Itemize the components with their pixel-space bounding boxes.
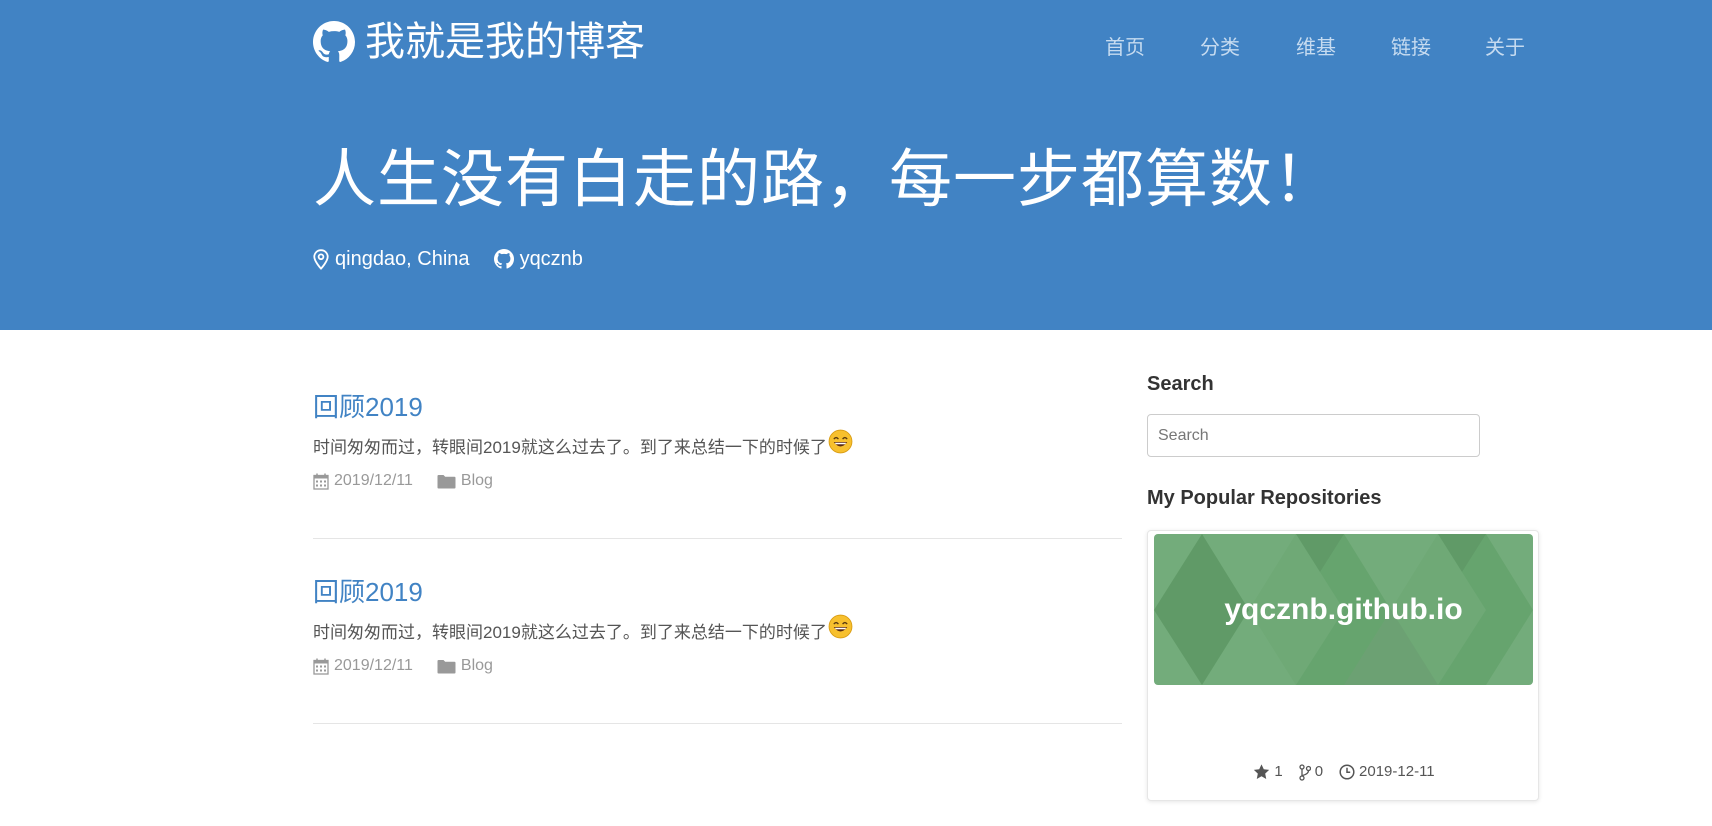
site-title: 我就是我的博客 <box>365 20 645 64</box>
post-category-link[interactable]: Blog <box>437 470 493 492</box>
post-excerpt: 时间匆匆而过，转眼间2019就这么过去了。到了来总结一下的时候了 <box>313 614 1122 645</box>
repo-stars-count: 1 <box>1274 763 1283 780</box>
search-input[interactable] <box>1147 414 1480 457</box>
post-date-text: 2019/12/11 <box>334 657 413 674</box>
post-date: 2019/12/11 <box>313 470 413 492</box>
post-date-text: 2019/12/11 <box>334 472 413 489</box>
post-item: 回顾2019 时间匆匆而过，转眼间2019就这么过去了。到了来总结一下的时候了 … <box>313 391 1122 539</box>
site-header: 我就是我的博客 首页 分类 维基 链接 关于 人生没有白走的路，每一步都算数！ … <box>0 0 1712 330</box>
calendar-icon <box>313 473 329 490</box>
calendar-icon <box>313 658 329 675</box>
post-category-text: Blog <box>460 657 493 674</box>
nav-item-wiki[interactable]: 维基 <box>1296 34 1336 62</box>
post-title-link[interactable]: 回顾2019 <box>313 391 1122 423</box>
location-info: qingdao, China <box>313 246 470 272</box>
repo-card[interactable]: yqcznb.github.io 1 0 2019-12-11 <box>1147 530 1539 801</box>
github-profile-link[interactable]: yqcznb <box>493 246 583 272</box>
github-username: yqcznb <box>519 248 583 270</box>
nav-item-about[interactable]: 关于 <box>1485 34 1525 62</box>
repos-heading: My Popular Repositories <box>1147 487 1382 509</box>
repo-stars: 1 <box>1253 762 1283 782</box>
post-meta: 2019/12/11 Blog <box>313 655 1122 677</box>
header-meta: qingdao, China yqcznb <box>313 246 583 272</box>
repo-name: yqcznb.github.io <box>1224 592 1463 626</box>
star-icon <box>1254 764 1270 779</box>
post-title-link[interactable]: 回顾2019 <box>313 576 1122 608</box>
nav-item-categories[interactable]: 分类 <box>1200 34 1240 62</box>
fork-icon <box>1299 763 1311 781</box>
github-icon <box>493 249 514 269</box>
post-meta: 2019/12/11 Blog <box>313 470 1122 492</box>
location-text: qingdao, China <box>335 248 470 270</box>
repo-stats: 1 0 2019-12-11 <box>1148 762 1540 782</box>
post-excerpt: 时间匆匆而过，转眼间2019就这么过去了。到了来总结一下的时候了 <box>313 429 1122 460</box>
post-item: 回顾2019 时间匆匆而过，转眼间2019就这么过去了。到了来总结一下的时候了 … <box>313 576 1122 724</box>
site-brand[interactable]: 我就是我的博客 <box>313 18 645 66</box>
nav-item-links[interactable]: 链接 <box>1391 34 1431 62</box>
post-date: 2019/12/11 <box>313 655 413 677</box>
search-heading: Search <box>1147 373 1214 395</box>
repo-updated: 2019-12-11 <box>1339 762 1435 782</box>
post-excerpt-text: 时间匆匆而过，转眼间2019就这么过去了。到了来总结一下的时候了 <box>313 623 827 642</box>
grinning-emoji-icon <box>828 429 853 454</box>
post-excerpt-text: 时间匆匆而过，转眼间2019就这么过去了。到了来总结一下的时候了 <box>313 438 827 457</box>
clock-icon <box>1339 764 1355 780</box>
repo-forks: 0 <box>1299 762 1323 782</box>
post-category-text: Blog <box>460 472 493 489</box>
repo-forks-count: 0 <box>1314 763 1324 780</box>
repo-banner: yqcznb.github.io <box>1154 534 1533 685</box>
post-category-link[interactable]: Blog <box>437 655 493 677</box>
nav-item-home[interactable]: 首页 <box>1105 34 1145 62</box>
folder-icon <box>437 659 456 673</box>
main-nav: 首页 分类 维基 链接 关于 <box>1060 34 1527 64</box>
repo-updated-date: 2019-12-11 <box>1359 763 1435 780</box>
github-logo-icon <box>313 21 355 62</box>
map-pin-icon <box>313 248 329 270</box>
grinning-emoji-icon <box>828 614 853 639</box>
header-slogan: 人生没有白走的路，每一步都算数！ <box>313 145 1337 215</box>
folder-icon <box>437 474 456 488</box>
